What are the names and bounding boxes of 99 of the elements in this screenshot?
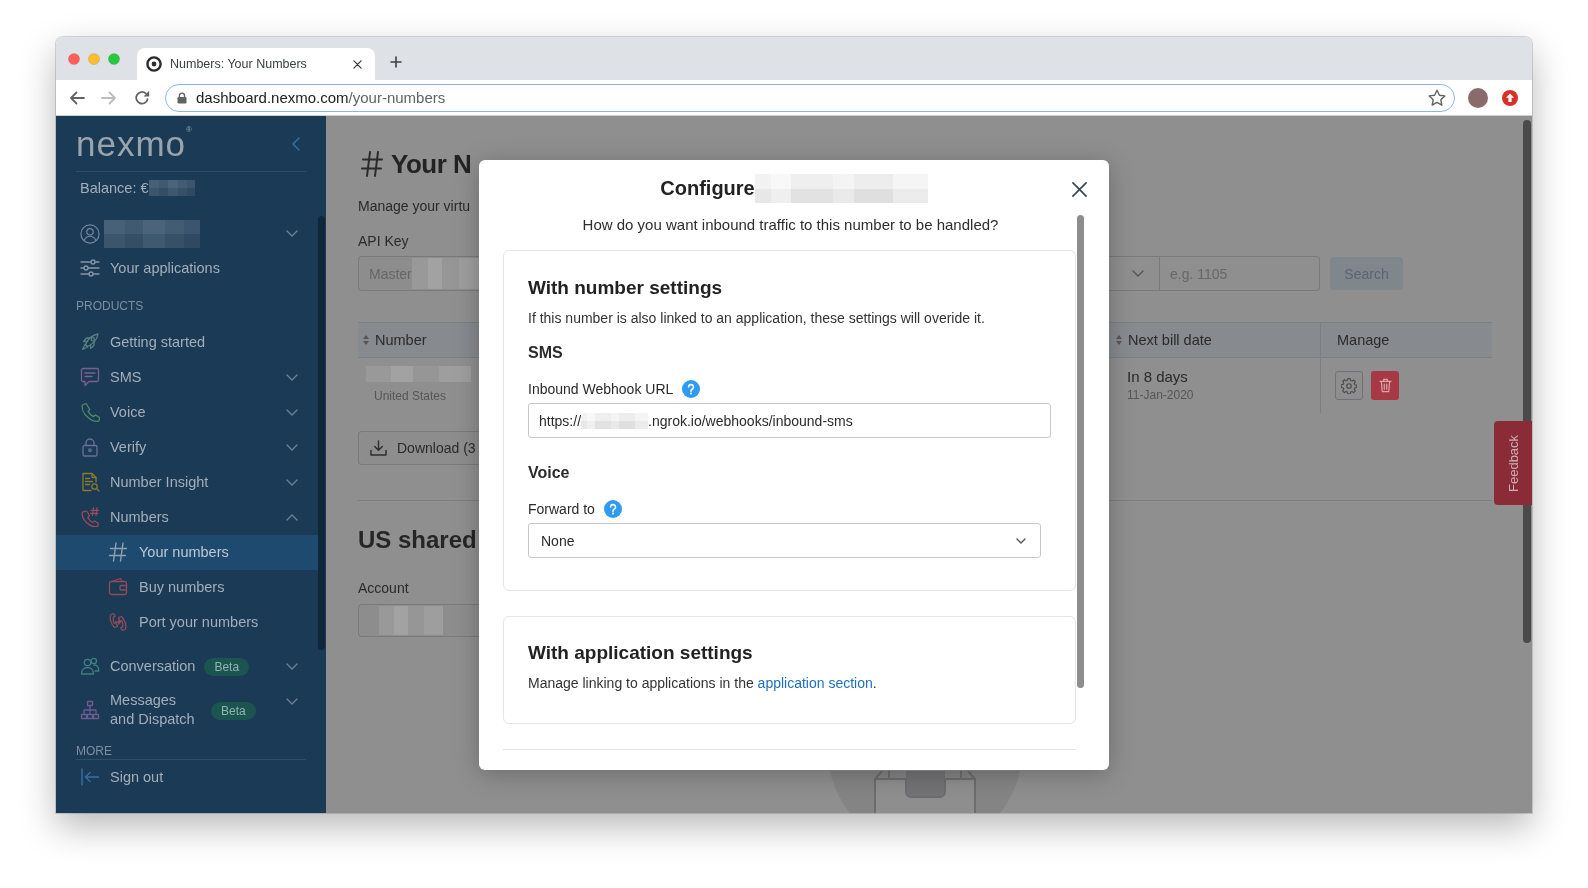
- chevron-down-icon[interactable]: [286, 374, 298, 381]
- group-heading: Voice: [528, 463, 570, 483]
- help-icon[interactable]: [682, 380, 701, 398]
- window-close-icon[interactable]: [68, 53, 80, 65]
- card-heading: With application settings: [528, 641, 753, 665]
- pixelated-block: [581, 412, 649, 429]
- browser-tab[interactable]: Numbers: Your Numbers: [137, 48, 375, 80]
- document-search-icon: [80, 472, 100, 492]
- pixelated-block: [148, 180, 195, 196]
- dialog-title: Configure: [660, 176, 755, 201]
- pixelated-block: [379, 606, 443, 635]
- sign-out-icon: [80, 767, 100, 787]
- gear-icon: [1341, 377, 1357, 394]
- pixelated-block: [411, 258, 479, 289]
- wallet-icon: [108, 577, 128, 597]
- phone-icon: [80, 402, 100, 422]
- page-subtitle: Manage your virtu: [358, 197, 471, 216]
- card-description: If this number is also linked to an application, these settings will overide it.: [528, 309, 985, 328]
- section-label: MORE: [75, 743, 112, 758]
- delete-button[interactable]: [1371, 371, 1399, 400]
- field-label: API Key: [358, 232, 409, 251]
- balance-label: Balance: €: [80, 180, 149, 196]
- chevron-down-icon[interactable]: [286, 698, 298, 705]
- download-button[interactable]: Download (3: [358, 431, 479, 465]
- scrollbar-thumb[interactable]: [1077, 215, 1084, 688]
- logo: nexmo$^{®}$: [76, 125, 192, 162]
- phone-arrow-icon: [108, 612, 128, 632]
- download-icon: [370, 440, 387, 456]
- next-bill-text: In 8 days: [1127, 367, 1188, 387]
- sidebar-item[interactable]: Conversation: [56, 649, 196, 684]
- chevron-down-icon: [1016, 537, 1026, 544]
- scrollbar-thumb[interactable]: [318, 216, 325, 650]
- column-header: Manage: [1320, 322, 1492, 358]
- hierarchy-icon: [80, 700, 100, 720]
- sidebar-item[interactable]: Verify: [56, 430, 147, 465]
- column-header[interactable]: Next bill date: [1109, 322, 1320, 358]
- group-heading: SMS: [528, 343, 563, 363]
- country-label: United States: [374, 388, 447, 404]
- star-icon[interactable]: [1428, 89, 1446, 106]
- chevron-down-icon[interactable]: [286, 444, 298, 451]
- chevron-down-icon: [1132, 270, 1144, 277]
- forward-to-select[interactable]: None: [528, 523, 1041, 558]
- arrow-up-circle-icon[interactable]: [1502, 89, 1518, 106]
- card-heading: With number settings: [528, 276, 723, 300]
- padlock-icon: [80, 437, 100, 457]
- address-field[interactable]: dashboard.nexmo.com/your-numbers: [165, 83, 1455, 112]
- dialog-subtitle: How do you want inbound traffic to this number to be handled?: [581, 215, 1000, 235]
- application-section-link[interactable]: application section: [757, 675, 873, 691]
- feedback-tab[interactable]: Feedback: [1494, 421, 1532, 505]
- section-label: PRODUCTS: [75, 297, 145, 315]
- section-title: US shared: [358, 525, 477, 555]
- sidebar-item[interactable]: Voice: [56, 395, 146, 430]
- bill-date-text: 11-Jan-2020: [1127, 387, 1194, 403]
- page-title: Your N: [391, 148, 472, 180]
- sidebar-item[interactable]: Getting started: [56, 325, 318, 360]
- beta-badge: Beta: [211, 701, 256, 720]
- back-arrow-icon[interactable]: [69, 90, 85, 105]
- favicon-icon: [146, 56, 162, 72]
- card-description: Manage linking to applications in the application section.: [528, 674, 877, 693]
- field-label: Inbound Webhook URL: [528, 380, 674, 399]
- chevron-left-icon[interactable]: [292, 136, 300, 151]
- sidebar-item[interactable]: Your numbers: [56, 535, 318, 570]
- settings-button[interactable]: [1335, 371, 1363, 400]
- trash-icon: [1378, 378, 1392, 393]
- user-icon[interactable]: [80, 223, 100, 244]
- sidebar-item[interactable]: SMS: [56, 360, 142, 395]
- hash-icon: [108, 542, 128, 562]
- field-label: Forward to: [528, 500, 595, 519]
- chevron-up-icon[interactable]: [286, 514, 298, 521]
- plus-icon[interactable]: [390, 56, 402, 68]
- beta-badge: Beta: [204, 657, 250, 676]
- sidebar-item[interactable]: Buy numbers: [56, 570, 318, 605]
- field-label: Account: [358, 579, 409, 598]
- sidebar-item[interactable]: Messages and Dispatch: [56, 684, 202, 737]
- lock-icon: [177, 91, 187, 104]
- webhook-url-field[interactable]: https:// .ngrok.io/webhooks/inbound-sms: [528, 403, 1051, 438]
- rocket-icon: [80, 332, 100, 352]
- close-icon[interactable]: [1072, 182, 1087, 197]
- chat-bubble-icon: [80, 367, 100, 387]
- window-maximize-icon[interactable]: [108, 53, 120, 65]
- sidebar-item[interactable]: Numbers: [56, 500, 169, 535]
- sliders-icon: [80, 259, 100, 277]
- close-icon[interactable]: [353, 59, 362, 69]
- hash-icon: [361, 151, 383, 177]
- chevron-down-icon[interactable]: [286, 479, 298, 486]
- sidebar-item[interactable]: Port your numbers: [56, 605, 318, 640]
- column-header[interactable]: Number: [358, 322, 479, 358]
- chevron-down-icon[interactable]: [286, 409, 298, 416]
- people-icon: [80, 656, 100, 676]
- sign-out-link[interactable]: Sign out: [76, 760, 306, 795]
- chevron-down-icon[interactable]: [286, 663, 298, 670]
- sidebar-item[interactable]: Your applications: [56, 251, 318, 286]
- sidebar-item[interactable]: Number Insight: [56, 465, 209, 500]
- phone-hash-icon: [80, 507, 100, 527]
- avatar-icon[interactable]: [1468, 87, 1488, 108]
- help-icon[interactable]: [603, 500, 622, 518]
- account-select[interactable]: [358, 604, 479, 637]
- chevron-down-icon[interactable]: [286, 230, 298, 237]
- reload-icon[interactable]: [134, 89, 150, 106]
